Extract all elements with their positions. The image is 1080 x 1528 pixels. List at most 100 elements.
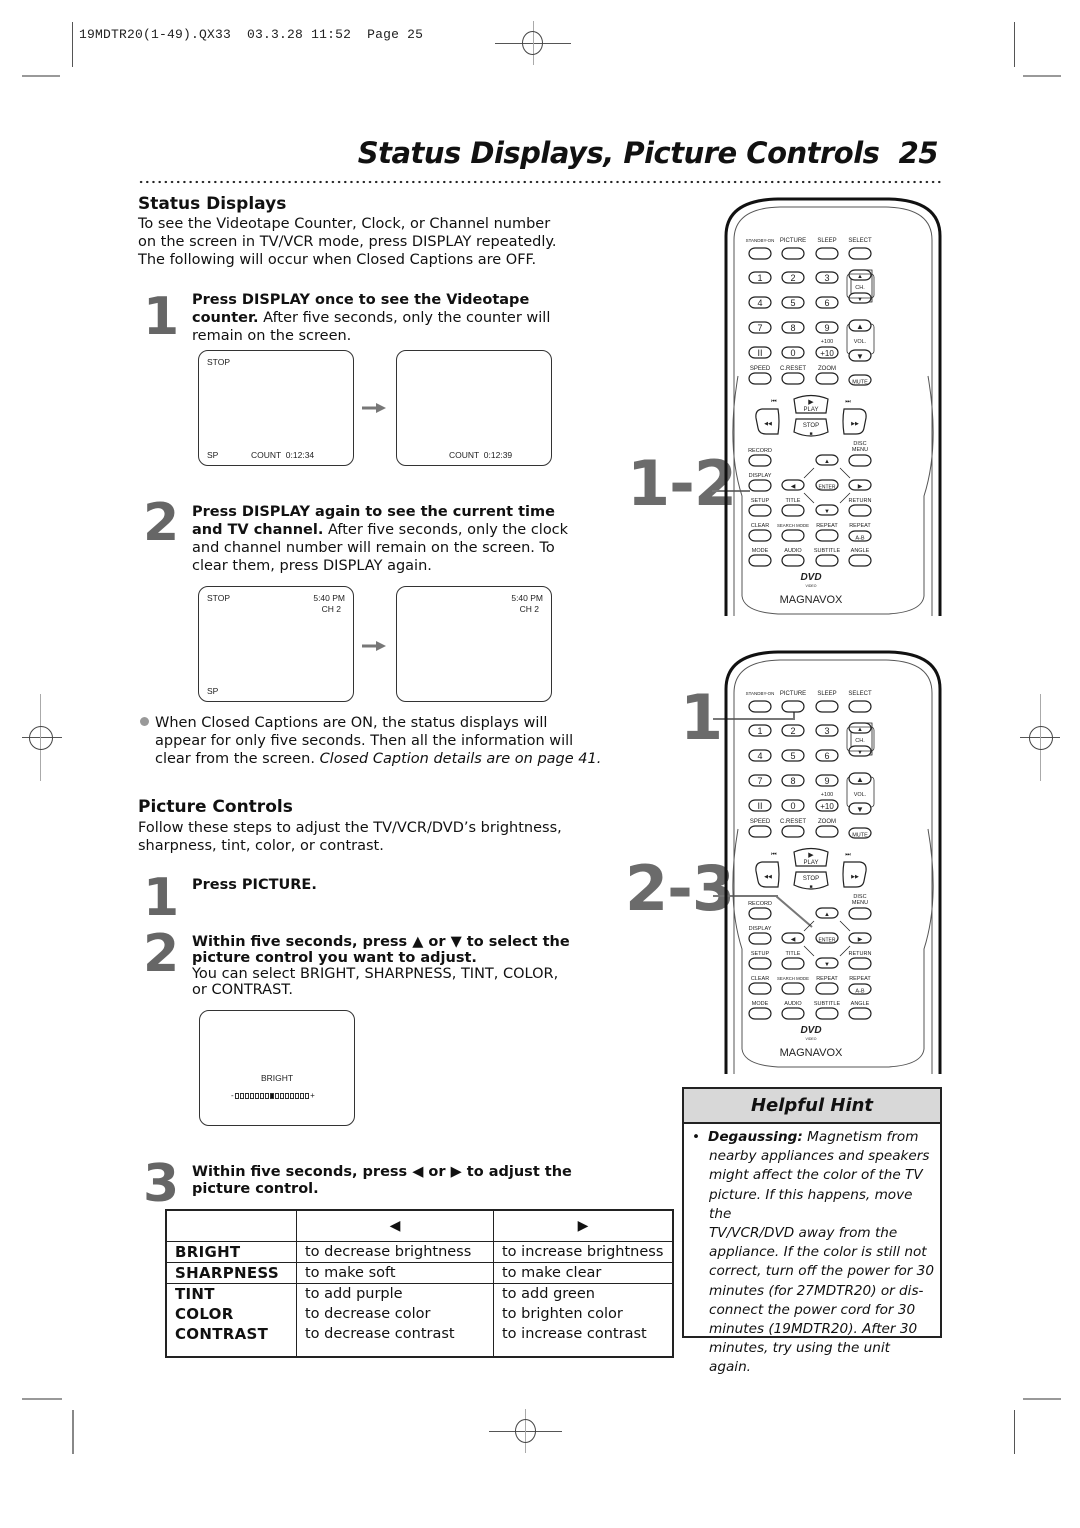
fast-forward-icon: ▶▶	[851, 874, 859, 880]
record-button[interactable]	[748, 907, 772, 920]
rewind-icon: ◀◀	[764, 421, 772, 427]
picture-button[interactable]	[781, 700, 805, 713]
repeat-button[interactable]	[815, 529, 839, 542]
hint-line: connect the power cord for 30	[709, 1301, 916, 1318]
select-button[interactable]	[848, 700, 872, 713]
disc-menu-button[interactable]	[848, 907, 872, 920]
level-segment	[274, 1092, 280, 1099]
audio-button[interactable]	[781, 554, 805, 567]
setup-button[interactable]	[748, 504, 772, 517]
left-arrow-icon: ◀	[296, 1210, 494, 1242]
hint-bold: Degaussing:	[708, 1129, 803, 1145]
disc-menu-button[interactable]	[848, 454, 872, 467]
display-button[interactable]	[748, 932, 772, 945]
note-text: appear for only five seconds. Then all t…	[155, 733, 574, 749]
standby-on-button[interactable]	[748, 247, 772, 260]
speed-button[interactable]	[748, 372, 772, 385]
setup-label: SETUP	[751, 951, 770, 957]
zoom-button[interactable]	[815, 372, 839, 385]
return-label: RETURN	[849, 951, 872, 957]
step-text: or CONTRAST.	[192, 982, 294, 998]
zoom-button[interactable]	[815, 825, 839, 838]
status-displays-intro: To see the Videotape Counter, Clock, or …	[138, 215, 557, 269]
crop-mark	[1023, 75, 1061, 77]
stop-label: STOP	[803, 876, 819, 882]
mode-button[interactable]	[748, 554, 772, 567]
mode-button[interactable]	[748, 1007, 772, 1020]
bullet-icon: •	[692, 1129, 701, 1145]
clear-button[interactable]	[748, 529, 772, 542]
picture-step-2: Within five seconds, press ▲ or ▼ to sel…	[192, 934, 570, 998]
helpful-hint-body: • Degaussing: Magnetism from nearby appli…	[684, 1124, 940, 1378]
c-reset-button[interactable]	[781, 825, 805, 838]
crop-mark	[72, 1410, 74, 1454]
note-text: When Closed Captions are ON, the status …	[155, 715, 548, 731]
crop-mark	[22, 1398, 62, 1400]
arrow-right-icon	[362, 403, 386, 413]
digit-button-6-label: 6	[824, 298, 829, 308]
down-arrow-icon: ▼	[824, 962, 830, 968]
intro-line: on the screen in TV/VCR mode, press DISP…	[138, 234, 557, 250]
slug-date: 03.3.28	[247, 27, 304, 42]
step-bold: Press DISPLAY once to see the Videotape	[192, 292, 530, 308]
sleep-button[interactable]	[815, 247, 839, 260]
title-button[interactable]	[781, 504, 805, 517]
bullet-icon	[140, 717, 149, 726]
level-segment	[289, 1092, 295, 1099]
table-row: TINT to add purple to add green	[166, 1283, 673, 1304]
ch-label: CH.	[855, 738, 865, 744]
return-button[interactable]	[848, 957, 872, 970]
angle-button[interactable]	[848, 554, 872, 567]
button-label: ZOOM	[818, 819, 836, 825]
table-row: COLOR to decrease color to brighten colo…	[166, 1304, 673, 1324]
button-label: CLEAR	[751, 976, 769, 982]
table-cell-left: to make soft	[296, 1262, 494, 1284]
skip-forward-icon: ⏭	[845, 852, 851, 858]
speed-button[interactable]	[748, 825, 772, 838]
picture-controls-table: ◀ ▶ BRIGHT to decrease brightness to inc…	[165, 1209, 674, 1358]
return-button[interactable]	[848, 504, 872, 517]
display-button[interactable]	[748, 479, 772, 492]
table-cell-control: TINT	[175, 1285, 215, 1303]
digit-button-II-label: II	[757, 348, 762, 358]
plus-icon: +	[310, 1091, 315, 1100]
down-arrow-icon: ▼	[856, 352, 864, 361]
c-reset-button[interactable]	[781, 372, 805, 385]
select-button[interactable]	[848, 247, 872, 260]
page-title-text: Status Displays, Picture Controls	[357, 136, 880, 170]
tv-screen-counter-before: STOP SP COUNT 0:12:34	[198, 350, 354, 466]
level-bar: - +	[231, 1091, 315, 1100]
digit-button-9-label: 9	[824, 323, 829, 333]
down-arrow-icon: ▼	[824, 509, 830, 515]
setup-button[interactable]	[748, 957, 772, 970]
intro-line: Follow these steps to adjust the TV/VCR/…	[138, 820, 562, 836]
picture-controls-heading: Picture Controls	[138, 797, 293, 817]
screen-stop-label: STOP	[207, 357, 230, 367]
mute-button-label: MUTE	[852, 380, 868, 386]
remote-svg: STANDBY-ON PICTURE SLEEP SELECT 1 2 3 4 5 6 7 8 9 II 0…	[724, 197, 942, 616]
digit-button-8-label: 8	[790, 323, 795, 333]
clear-button[interactable]	[748, 982, 772, 995]
audio-button[interactable]	[781, 1007, 805, 1020]
sleep-button[interactable]	[815, 700, 839, 713]
standby-on-button[interactable]	[748, 700, 772, 713]
hint-line: nearby appliances and speakers	[709, 1148, 930, 1165]
subtitle-button[interactable]	[815, 1007, 839, 1020]
search-mode-button[interactable]	[781, 529, 805, 542]
screen-time: 5:40 PM	[313, 593, 345, 603]
level-segment	[244, 1092, 250, 1099]
menu-label: MENU	[852, 447, 868, 453]
step-text: remain on the screen.	[192, 328, 352, 344]
search-mode-button[interactable]	[781, 982, 805, 995]
record-button[interactable]	[748, 454, 772, 467]
angle-button[interactable]	[848, 1007, 872, 1020]
table-cell-left: to decrease contrast	[296, 1324, 494, 1357]
title-button[interactable]	[781, 957, 805, 970]
button-label: SPEED	[750, 819, 771, 825]
button-label: C.RESET	[780, 819, 806, 825]
enter-button-label: ENTER	[819, 938, 836, 944]
picture-button[interactable]	[781, 247, 805, 260]
repeat-button[interactable]	[815, 982, 839, 995]
subtitle-button[interactable]	[815, 554, 839, 567]
display-label: DISPLAY	[749, 926, 772, 932]
